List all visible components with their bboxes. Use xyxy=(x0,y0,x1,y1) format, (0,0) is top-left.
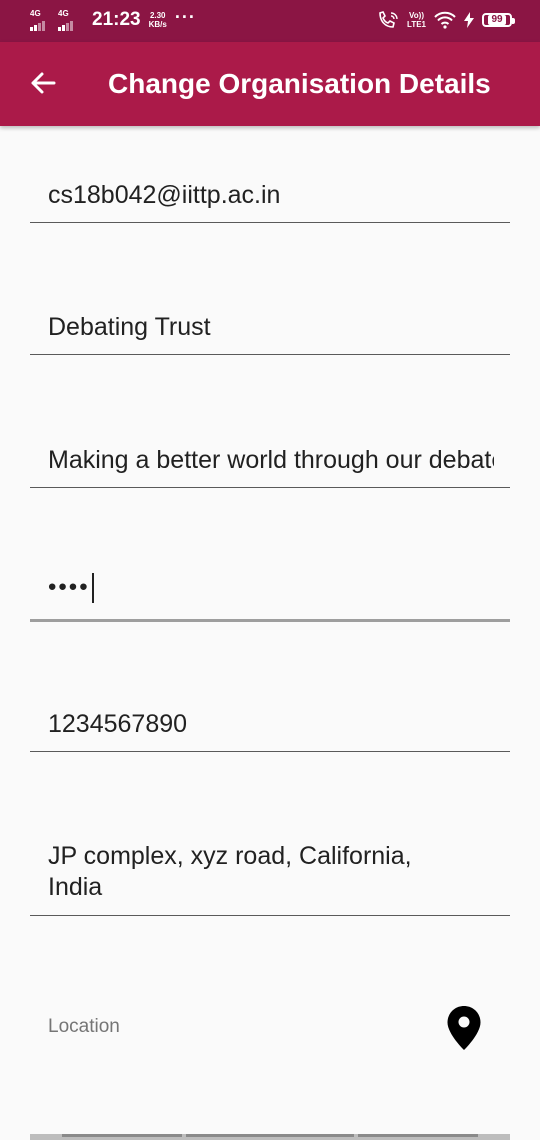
back-arrow-icon[interactable] xyxy=(28,68,58,98)
text-cursor xyxy=(91,573,94,603)
network-speed: 2.30 KB/s xyxy=(148,11,167,29)
email-field[interactable]: cs18b042@iittp.ac.in xyxy=(30,168,510,223)
phone-field[interactable]: 1234567890 xyxy=(30,697,510,752)
organisation-name-value: Debating Trust xyxy=(48,313,211,341)
volte-indicator: Vo)) LTE1 xyxy=(407,11,426,29)
location-label[interactable]: Location xyxy=(48,1016,120,1038)
password-field[interactable]: •••• xyxy=(30,565,510,622)
app-bar: Change Organisation Details xyxy=(0,42,540,126)
more-notifications-icon: ··· xyxy=(174,6,196,27)
organisation-name-field[interactable]: Debating Trust xyxy=(30,300,510,355)
password-value: •••• xyxy=(48,573,494,603)
battery-icon: 99 xyxy=(482,13,515,27)
address-field[interactable]: JP complex, xyz road, California, India xyxy=(30,838,510,916)
address-value: JP complex, xyz road, California, India xyxy=(48,842,412,901)
phone-value: 1234567890 xyxy=(48,710,188,738)
email-value: cs18b042@iittp.ac.in xyxy=(48,181,281,209)
charging-icon xyxy=(464,12,474,28)
description-value: Making a better world through our debate… xyxy=(48,446,494,474)
bottom-edge xyxy=(30,1134,510,1140)
description-field[interactable]: Making a better world through our debate… xyxy=(30,433,510,488)
signal-sim1-icon: 4G xyxy=(30,9,50,31)
signal-sim2-icon: 4G xyxy=(58,9,78,31)
wifi-icon xyxy=(434,11,456,29)
status-bar: 4G 4G 21:23 2.30 KB/s ··· Vo)) LTE1 99 xyxy=(0,0,540,42)
clock: 21:23 xyxy=(92,9,141,30)
page-title: Change Organisation Details xyxy=(108,68,491,99)
location-pin-icon[interactable] xyxy=(446,1005,482,1051)
wifi-call-icon xyxy=(379,11,398,28)
